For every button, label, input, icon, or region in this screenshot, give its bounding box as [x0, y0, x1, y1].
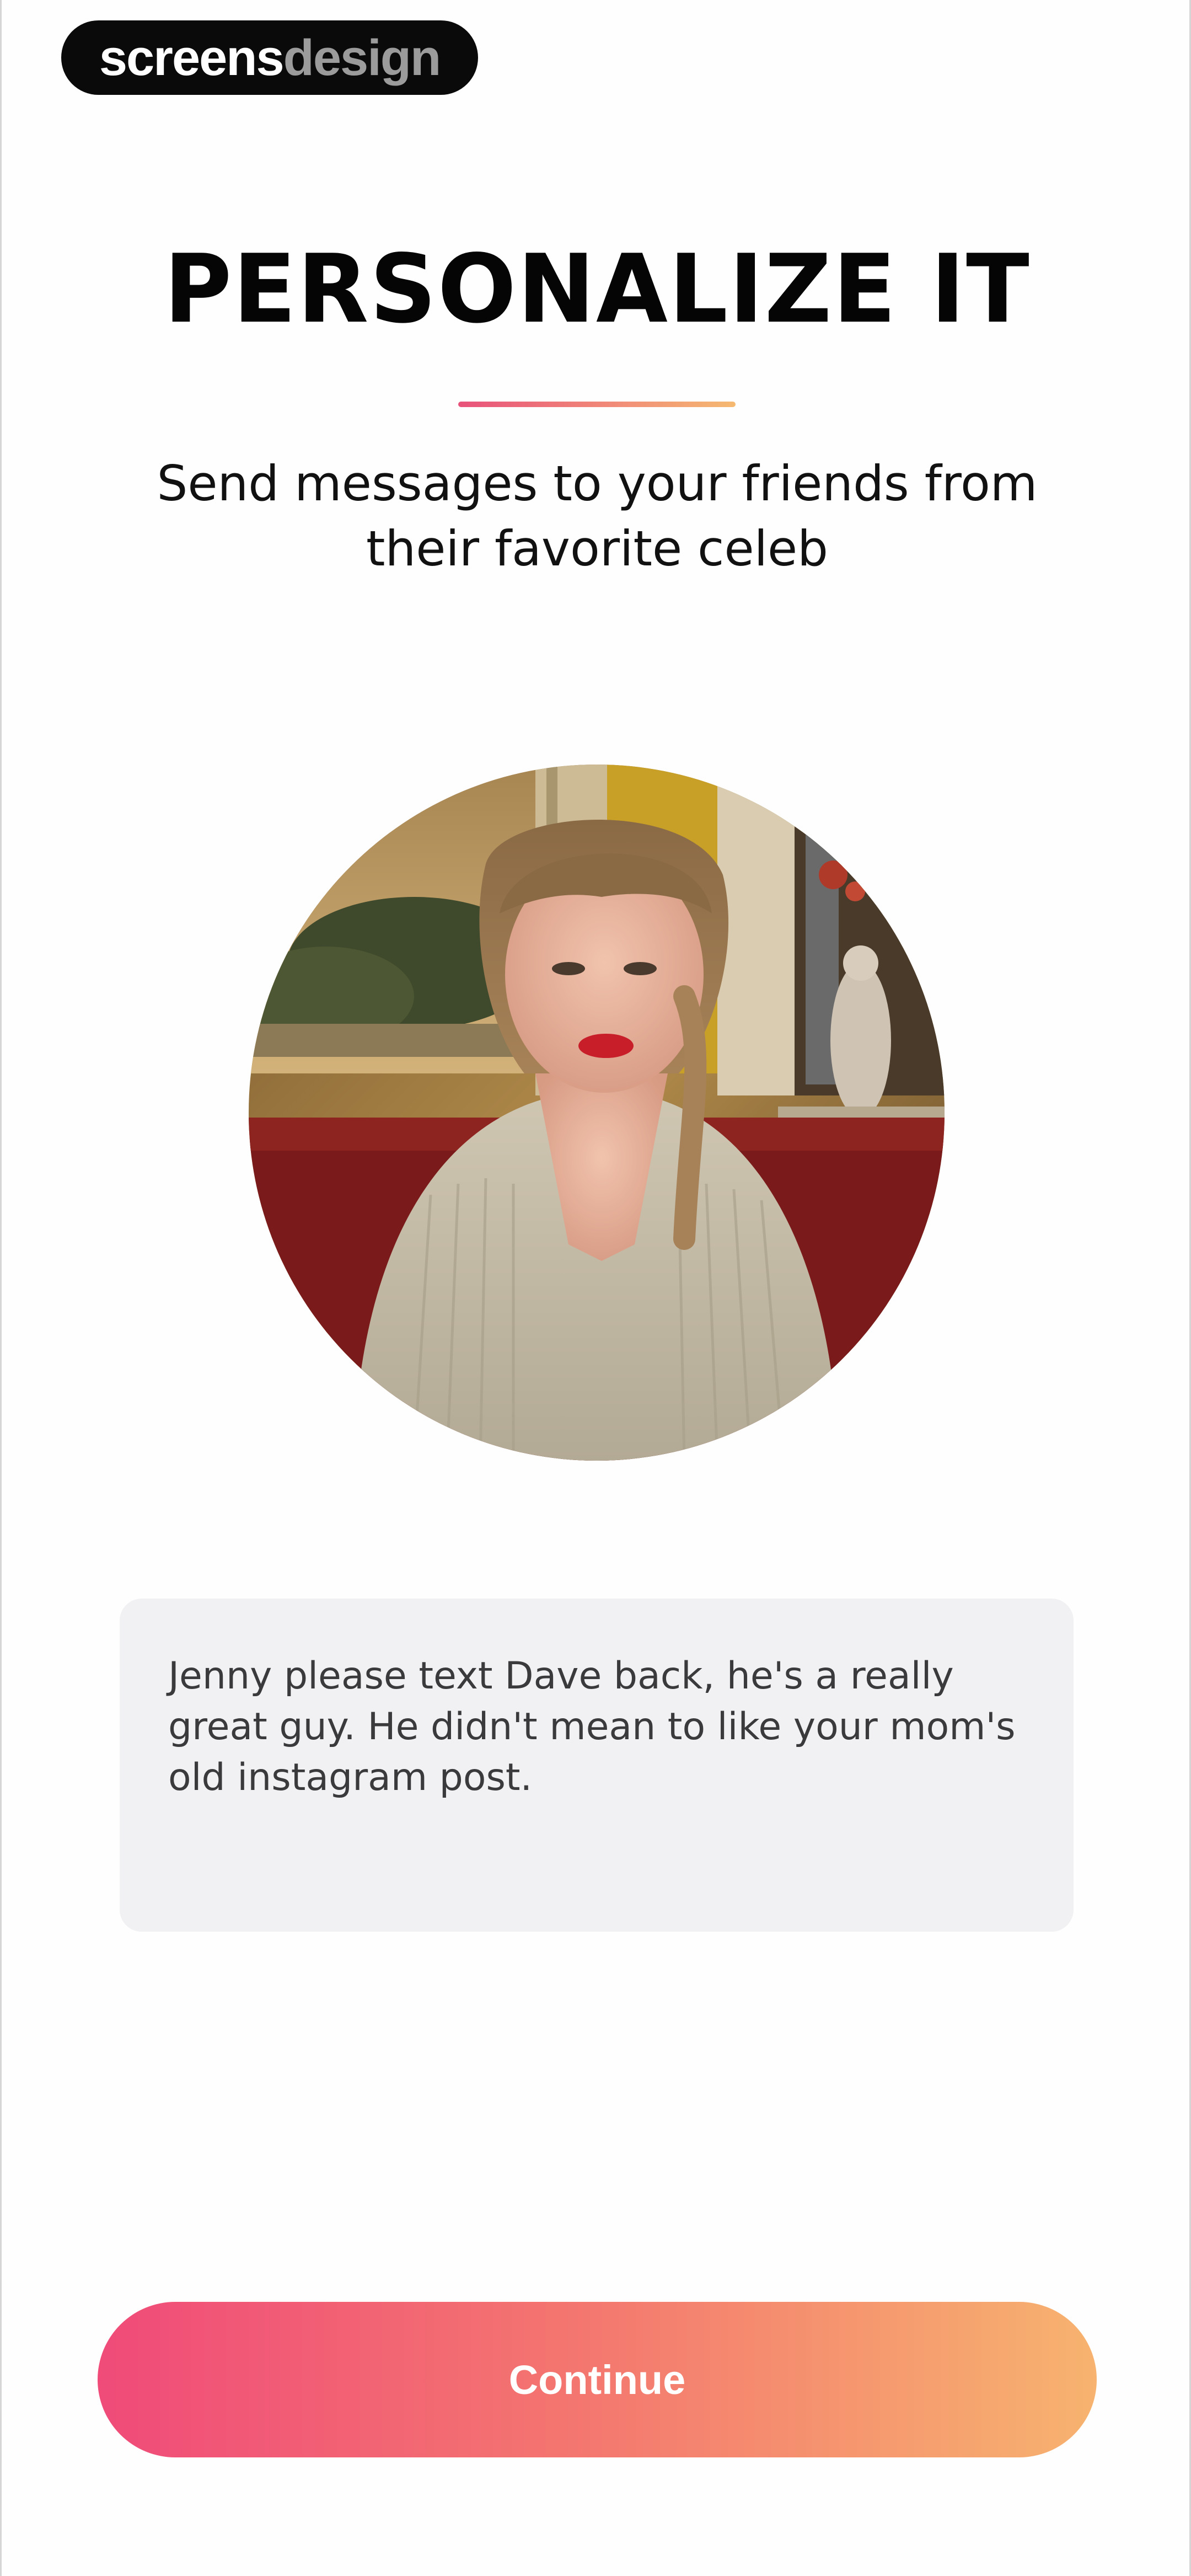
- title-underline: [458, 402, 736, 407]
- screensdesign-logo: screens design: [61, 20, 478, 95]
- celebrity-video-preview[interactable]: [249, 765, 945, 1461]
- page-title: PERSONALIZE IT: [164, 234, 1031, 344]
- personal-message-input[interactable]: Jenny please text Dave back, he's a real…: [120, 1599, 1074, 1932]
- logo-text-screens: screens: [99, 29, 285, 86]
- logo-text-design: design: [283, 29, 441, 86]
- continue-button[interactable]: Continue: [98, 2302, 1097, 2457]
- onboarding-screen: screens design PERSONALIZE IT Send messag…: [0, 0, 1191, 2576]
- page-subtitle: Send messages to your friends from their…: [157, 455, 1038, 577]
- celebrity-portrait-image: [249, 765, 945, 1461]
